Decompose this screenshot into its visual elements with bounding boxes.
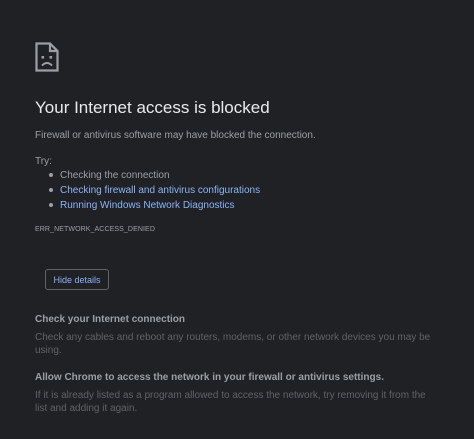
suggestion-link-firewall[interactable]: Checking firewall and antivirus configur… [60,185,260,196]
hide-details-button[interactable]: Hide details [45,269,109,290]
error-code: ERR_NETWORK_ACCESS_DENIED [35,226,155,233]
sad-page-icon [35,42,59,72]
bullet-icon [49,188,53,192]
suggestion-item: Checking firewall and antivirus configur… [35,183,260,198]
details-heading-connection: Check your Internet connection [35,314,186,325]
details-heading-firewall: Allow Chrome to access the network in yo… [35,372,384,383]
details-body-connection: Check any cables and reboot any routers,… [35,332,431,356]
suggestion-item: Checking the connection [35,168,260,183]
suggestion-checking-connection: Checking the connection [60,170,170,181]
suggestion-item: Running Windows Network Diagnostics [35,198,260,213]
suggestions-list: Checking the connection Checking firewal… [35,168,260,213]
bullet-icon [49,173,53,177]
suggestion-link-diagnostics[interactable]: Running Windows Network Diagnostics [60,200,235,211]
bullet-icon [49,203,53,207]
page-title: Your Internet access is blocked [35,98,270,117]
details-body-firewall: If it is already listed as a program all… [35,390,426,414]
error-subtitle: Firewall or antivirus software may have … [35,130,316,141]
try-label: Try: [35,156,52,167]
